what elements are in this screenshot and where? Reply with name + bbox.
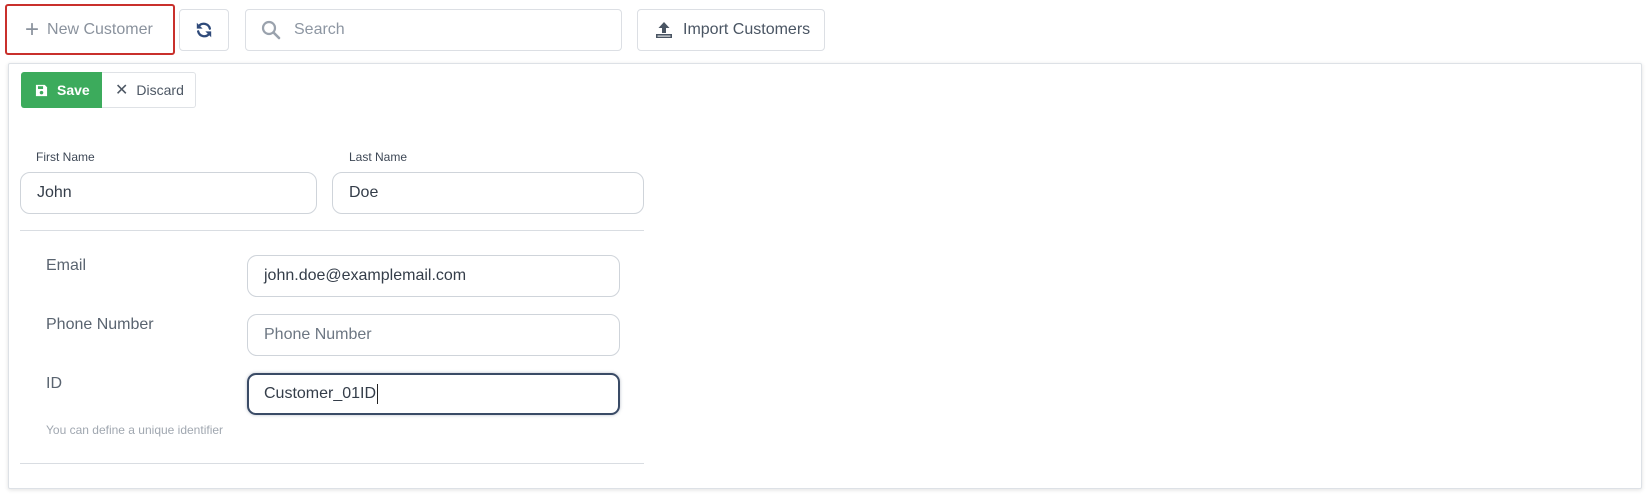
new-customer-label: New Customer [47, 20, 153, 38]
last-name-value: Doe [349, 184, 379, 201]
text-cursor [377, 384, 379, 404]
customer-form-panel: Save ✕ Discard First Name John Last Name… [8, 63, 1642, 489]
id-label: ID [46, 375, 62, 392]
discard-button[interactable]: ✕ Discard [102, 72, 196, 108]
phone-number-field[interactable]: Phone Number [247, 314, 620, 356]
upload-icon [656, 22, 672, 38]
id-field[interactable]: Customer_01ID [247, 373, 620, 415]
save-label: Save [57, 82, 90, 98]
new-customer-button[interactable]: + New Customer [5, 4, 175, 55]
search-placeholder: Search [294, 21, 345, 38]
first-name-value: John [37, 184, 72, 201]
first-name-label: First Name [36, 150, 95, 164]
toolbar: + New Customer Search Import Customers [0, 0, 1650, 58]
email-field[interactable]: john.doe@examplemail.com [247, 255, 620, 297]
import-customers-label: Import Customers [683, 21, 811, 38]
last-name-label: Last Name [349, 150, 408, 164]
save-icon [35, 84, 48, 96]
import-customers-button[interactable]: Import Customers [637, 9, 825, 51]
email-value: john.doe@examplemail.com [264, 267, 467, 284]
close-icon: ✕ [115, 82, 129, 99]
divider [20, 463, 644, 464]
email-label: Email [46, 257, 87, 274]
id-hint: You can define a unique identifier [46, 423, 224, 437]
divider [20, 230, 644, 231]
search-icon [261, 20, 281, 40]
refresh-button[interactable] [179, 9, 229, 51]
refresh-icon [196, 22, 212, 38]
first-name-field[interactable]: John [20, 172, 317, 214]
search-input[interactable]: Search [245, 9, 622, 51]
phone-number-placeholder: Phone Number [264, 326, 372, 343]
plus-icon: + [25, 15, 40, 43]
save-button[interactable]: Save [21, 72, 102, 108]
last-name-field[interactable]: Doe [332, 172, 644, 214]
discard-label: Discard [136, 82, 184, 98]
phone-number-label: Phone Number [46, 316, 154, 333]
id-value: Customer_01ID [264, 385, 377, 402]
